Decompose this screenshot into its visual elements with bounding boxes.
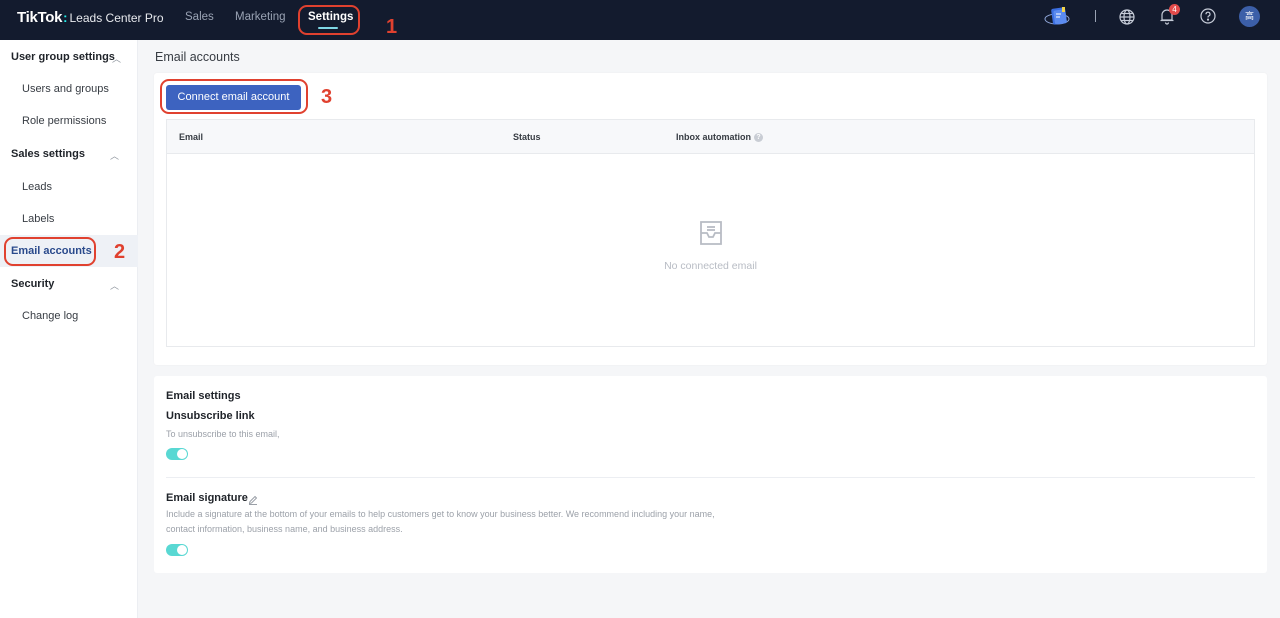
- inbox-automation-label: Inbox automation: [676, 132, 751, 142]
- globe-icon[interactable]: [1119, 9, 1135, 30]
- sidebar-item-users-and-groups[interactable]: Users and groups: [22, 83, 109, 95]
- annotation-number-2: 2: [114, 241, 126, 263]
- empty-inbox-icon: [697, 220, 725, 251]
- column-header-status: Status: [513, 132, 541, 142]
- annotation-box-2: [4, 237, 96, 266]
- unsubscribe-link-title: Unsubscribe link: [166, 410, 255, 422]
- sidebar-item-change-log[interactable]: Change log: [22, 310, 78, 322]
- annotation-number-3: 3: [321, 86, 333, 108]
- settings-divider: [166, 477, 1255, 478]
- sidebar-item-labels[interactable]: Labels: [22, 213, 54, 225]
- email-settings-title: Email settings: [166, 390, 241, 402]
- promo-book-icon[interactable]: [1043, 5, 1073, 34]
- annotation-number-1: 1: [386, 16, 398, 38]
- sidebar-group-user-group-settings[interactable]: User group settings: [11, 51, 115, 63]
- sidebar-group-security[interactable]: Security: [11, 278, 54, 290]
- email-accounts-table: Email Status Inbox automation? No connec…: [166, 119, 1255, 347]
- info-icon[interactable]: ?: [754, 133, 763, 143]
- nav-sales[interactable]: Sales: [185, 11, 214, 23]
- email-signature-toggle[interactable]: [166, 544, 188, 556]
- brand-name: TikTok: [17, 9, 63, 26]
- unsubscribe-link-description: To unsubscribe to this email,: [166, 429, 280, 439]
- email-signature-title: Email signature: [166, 492, 248, 504]
- settings-sidebar: User group settings ︿ Users and groups R…: [0, 40, 138, 618]
- nav-marketing[interactable]: Marketing: [235, 11, 286, 23]
- product-name: Leads Center Pro: [69, 11, 164, 25]
- email-settings-card: [154, 376, 1267, 573]
- column-header-inbox-automation: Inbox automation?: [676, 132, 763, 143]
- page-title: Email accounts: [155, 50, 240, 64]
- chevron-up-icon[interactable]: ︿: [110, 279, 119, 292]
- top-navigation-bar: TikTok : Leads Center Pro Sales Marketin…: [0, 0, 1280, 40]
- sidebar-group-sales-settings[interactable]: Sales settings: [11, 148, 85, 160]
- user-avatar[interactable]: 高: [1239, 6, 1260, 27]
- logo-separator: :: [63, 10, 68, 25]
- empty-state-message: No connected email: [664, 260, 757, 272]
- chevron-up-icon[interactable]: ︿: [110, 149, 119, 162]
- sidebar-item-leads[interactable]: Leads: [22, 181, 52, 193]
- notification-badge: 4: [1169, 4, 1180, 15]
- help-icon[interactable]: [1200, 8, 1216, 29]
- toolbar-divider: [1095, 10, 1096, 22]
- chevron-up-icon[interactable]: ︿: [112, 52, 121, 65]
- annotation-box-1: [298, 5, 360, 35]
- annotation-box-3: [160, 79, 308, 114]
- email-signature-description: Include a signature at the bottom of you…: [166, 509, 715, 534]
- table-header: Email Status Inbox automation?: [167, 120, 1254, 154]
- unsubscribe-link-toggle[interactable]: [166, 448, 188, 460]
- app-logo[interactable]: TikTok : Leads Center Pro: [17, 9, 164, 26]
- sidebar-item-role-permissions[interactable]: Role permissions: [22, 115, 106, 127]
- column-header-email: Email: [179, 132, 204, 142]
